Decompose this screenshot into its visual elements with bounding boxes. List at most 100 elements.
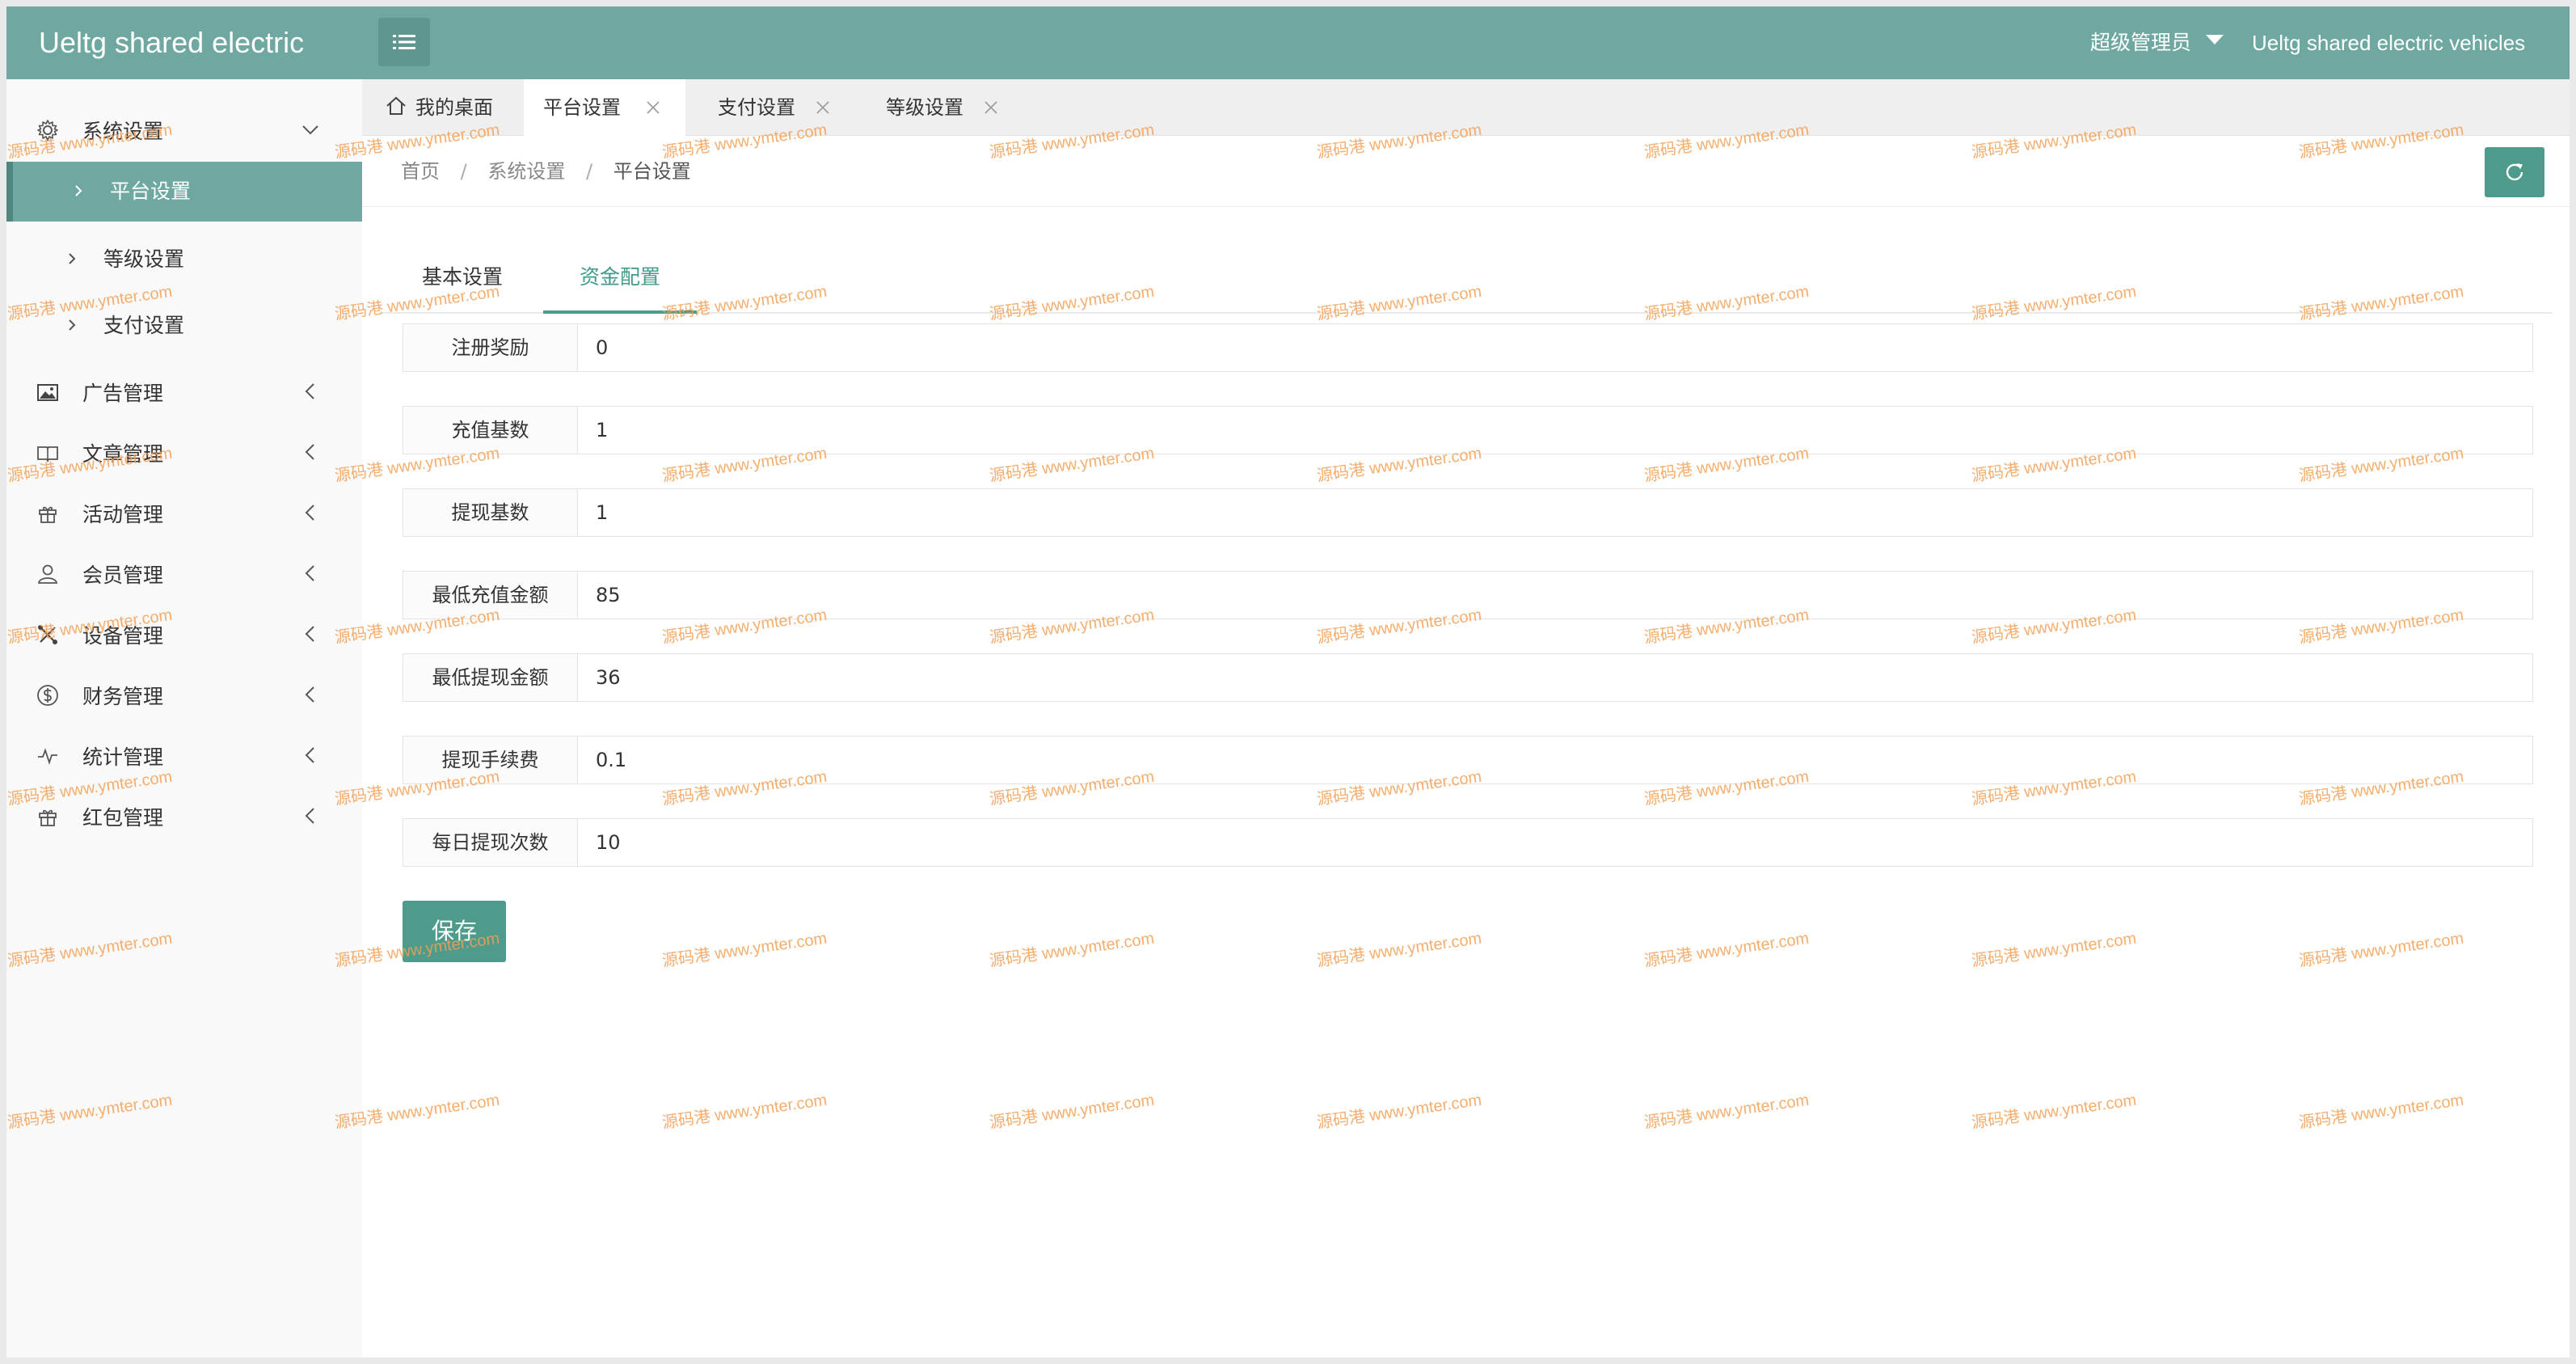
breadcrumb-separator: / — [460, 160, 467, 183]
sidebar-item-ads[interactable]: 广告管理 — [6, 364, 362, 420]
sidebar-item-finance[interactable]: 财务管理 — [6, 667, 362, 724]
caret-down-icon — [2205, 35, 2224, 44]
sidebar-subitem-platform-settings[interactable]: 平台设置 — [6, 162, 362, 222]
tab-level-settings[interactable]: 等级设置 — [854, 79, 1022, 136]
sidebar-item-system-settings[interactable]: 系统设置 — [6, 102, 362, 158]
breadcrumb-separator: / — [586, 160, 593, 183]
sidebar-item-label: 广告管理 — [82, 382, 164, 405]
field-label: 最低充值金额 — [403, 572, 578, 619]
sidebar-subitem-level-settings[interactable]: 等级设置 — [6, 230, 362, 289]
field-label: 每日提现次数 — [403, 819, 578, 866]
image-icon — [37, 384, 58, 401]
sidebar-item-statistics[interactable]: 统计管理 — [6, 728, 362, 784]
sidebar-item-label: 统计管理 — [82, 745, 164, 769]
brand-title: Ueltg shared electric — [39, 26, 305, 59]
field-label: 提现基数 — [403, 489, 578, 536]
pulse-icon — [38, 748, 57, 765]
sidebar-item-label: 文章管理 — [82, 442, 164, 466]
tab-payment-settings[interactable]: 支付设置 — [685, 79, 854, 136]
watermark-text: 源码港 www.ymter.com — [1642, 1091, 1811, 1133]
sidebar-subitem-label: 等级设置 — [103, 247, 185, 271]
close-icon[interactable] — [815, 99, 831, 116]
top-header: Ueltg shared electric 超级管理员 Ueltg shared… — [6, 6, 2570, 79]
breadcrumb-home[interactable]: 首页 — [401, 160, 440, 183]
sidebar-item-label: 财务管理 — [82, 685, 164, 708]
withdraw-base-input[interactable] — [578, 489, 2532, 536]
breadcrumb-current: 平台设置 — [613, 160, 691, 183]
watermark-text: 源码港 www.ymter.com — [660, 1091, 828, 1133]
breadcrumb-section[interactable]: 系统设置 — [487, 160, 565, 183]
chevron-left-icon — [305, 505, 314, 521]
sidebar-item-devices[interactable]: 设备管理 — [6, 606, 362, 663]
form-row-recharge-base: 充值基数 — [403, 406, 2533, 454]
daily-withdraw-count-input[interactable] — [578, 819, 2532, 866]
tab-platform-settings[interactable]: 平台设置 — [524, 79, 685, 136]
refresh-button[interactable] — [2485, 147, 2544, 197]
save-button[interactable]: 保存 — [403, 901, 506, 962]
sidebar-item-label: 活动管理 — [82, 503, 164, 526]
refresh-icon — [2506, 163, 2523, 181]
watermark-text: 源码港 www.ymter.com — [1970, 1091, 2138, 1133]
book-icon — [37, 446, 58, 463]
tab-label: 等级设置 — [886, 96, 963, 119]
sidebar-item-members[interactable]: 会员管理 — [6, 546, 362, 602]
chevron-right-icon — [69, 253, 76, 264]
watermark-text: 源码港 www.ymter.com — [1315, 929, 1483, 971]
sidebar-item-articles[interactable]: 文章管理 — [6, 424, 362, 481]
tab-label: 平台设置 — [543, 96, 621, 119]
chevron-left-icon — [305, 444, 314, 460]
tab-label: 支付设置 — [718, 96, 795, 119]
sidebar-subitem-label: 平台设置 — [110, 179, 192, 203]
field-label: 充值基数 — [403, 407, 578, 454]
chevron-left-icon — [305, 686, 314, 703]
watermark-text: 源码港 www.ymter.com — [988, 929, 1156, 971]
chevron-left-icon — [305, 626, 314, 642]
tab-fund-config[interactable]: 资金配置 — [543, 241, 697, 314]
chevron-left-icon — [305, 565, 314, 581]
sidebar-subitem-label: 支付设置 — [103, 314, 185, 337]
sidebar-item-red-packets[interactable]: 红包管理 — [6, 788, 362, 845]
form-row-daily-withdraw-count: 每日提现次数 — [403, 818, 2533, 867]
chevron-right-icon — [75, 185, 82, 196]
tab-label: 我的桌面 — [415, 96, 493, 119]
chevron-left-icon — [305, 383, 314, 399]
withdraw-fee-input[interactable] — [578, 737, 2532, 783]
min-withdraw-input[interactable] — [578, 654, 2532, 701]
watermark-text: 源码港 www.ymter.com — [2297, 929, 2465, 971]
watermark-text: 源码港 www.ymter.com — [2297, 1091, 2465, 1133]
watermark-text: 源码港 www.ymter.com — [1315, 1091, 1483, 1133]
field-label: 最低提现金额 — [403, 654, 578, 701]
chevron-left-icon — [305, 808, 314, 824]
field-label: 注册奖励 — [403, 324, 578, 371]
close-icon[interactable] — [983, 99, 999, 116]
tab-basic-settings[interactable]: 基本设置 — [382, 241, 543, 314]
home-icon — [386, 96, 406, 115]
chevron-right-icon — [69, 319, 76, 331]
sidebar: 系统设置 平台设置 等级设置 支付设置 广告管理 文章管理 活动管理 会员管理 … — [6, 79, 362, 1358]
field-label: 提现手续费 — [403, 737, 578, 783]
admin-label: 超级管理员 — [2090, 31, 2192, 54]
close-icon[interactable] — [645, 99, 661, 116]
min-recharge-input[interactable] — [578, 572, 2532, 619]
breadcrumb: 首页 / 系统设置 / 平台设置 — [401, 136, 691, 207]
sidebar-subitem-payment-settings[interactable]: 支付设置 — [6, 296, 362, 356]
watermark-text: 源码港 www.ymter.com — [1642, 929, 1811, 971]
register-reward-input[interactable] — [578, 324, 2532, 371]
settings-tabs: 基本设置 资金配置 — [382, 241, 2553, 314]
recharge-base-input[interactable] — [578, 407, 2532, 454]
sidebar-item-activities[interactable]: 活动管理 — [6, 485, 362, 542]
chevron-left-icon — [305, 747, 314, 763]
sidebar-item-label: 会员管理 — [82, 564, 164, 587]
admin-user-menu[interactable]: 超级管理员 — [2090, 6, 2224, 79]
watermark-text: 源码港 www.ymter.com — [660, 929, 828, 971]
gift-icon — [39, 506, 57, 523]
sidebar-item-label: 红包管理 — [82, 806, 164, 830]
menu-toggle-button[interactable] — [378, 18, 430, 66]
tab-my-desktop[interactable]: 我的桌面 — [362, 79, 524, 136]
form-row-register-reward: 注册奖励 — [403, 323, 2533, 372]
page-tabs-bar: 我的桌面 平台设置 支付设置 等级设置 — [362, 79, 2570, 136]
form-row-withdraw-base: 提现基数 — [403, 488, 2533, 537]
watermark-text: 源码港 www.ymter.com — [988, 1091, 1156, 1133]
sidebar-item-label: 设备管理 — [82, 624, 164, 648]
app-window: Ueltg shared electric 超级管理员 Ueltg shared… — [6, 6, 2570, 1358]
